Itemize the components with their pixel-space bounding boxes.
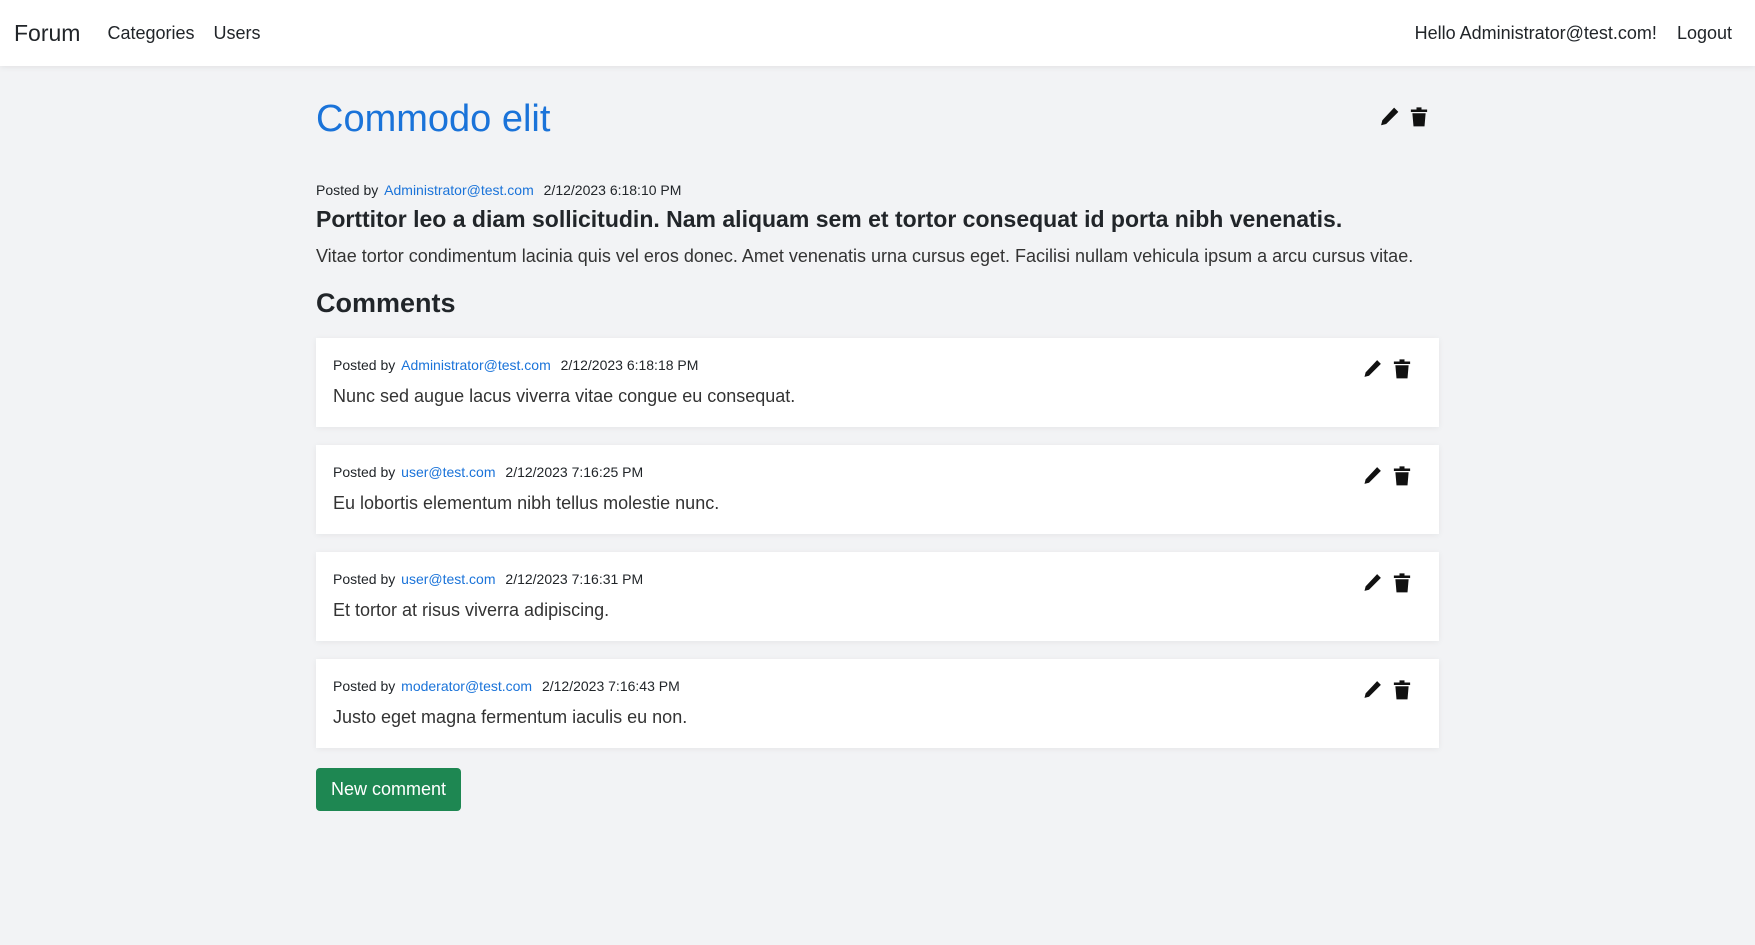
post-header: Commodo elit [316,66,1439,176]
trash-icon[interactable] [1392,679,1412,701]
trash-icon[interactable] [1392,465,1412,487]
posted-by-label: Posted by [333,357,396,373]
pencil-icon[interactable] [1362,358,1382,380]
posted-by-label: Posted by [333,464,396,480]
posted-by-label: Posted by [333,571,396,587]
post-author-link[interactable]: Administrator@test.com [384,182,534,198]
pencil-icon[interactable] [1362,572,1382,594]
nav-left: Forum Categories Users [14,20,280,47]
post-subtitle: Porttitor leo a diam sollicitudin. Nam a… [316,206,1343,232]
trash-icon[interactable] [1392,358,1412,380]
comment-card: Posted by moderator@test.com 2/12/2023 7… [316,659,1439,748]
comment-timestamp: 2/12/2023 7:16:31 PM [505,571,644,587]
comment-card: Posted by Administrator@test.com 2/12/20… [316,338,1439,427]
posted-by-label: Posted by [333,678,396,694]
comment-card: Posted by user@test.com 2/12/2023 7:16:2… [316,445,1439,534]
comment-timestamp: 2/12/2023 6:18:18 PM [560,357,699,373]
post-meta: Posted by Administrator@test.com 2/12/20… [316,182,681,198]
new-comment-button[interactable]: New comment [316,768,462,811]
comment-timestamp: 2/12/2023 7:16:43 PM [541,678,680,694]
comment-text: Justo eget magna fermentum iaculis eu no… [333,707,688,727]
trash-icon[interactable] [1409,106,1429,128]
comment-text: Eu lobortis elementum nibh tellus molest… [333,493,720,513]
main-content: Commodo elit Posted by Administrator@tes… [316,66,1439,811]
comment-meta: Posted by user@test.com 2/12/2023 7:16:2… [333,464,643,480]
pencil-icon[interactable] [1362,465,1382,487]
comment-actions [1362,679,1412,701]
comment-text: Et tortor at risus viverra adipiscing. [333,600,610,620]
comments-list: Posted by Administrator@test.com 2/12/20… [316,338,1439,766]
comment-author-link[interactable]: user@test.com [401,464,495,480]
brand-link[interactable]: Forum [14,20,80,47]
post-title: Commodo elit [316,98,551,140]
comment-author-link[interactable]: Administrator@test.com [401,357,551,373]
user-greeting: Hello Administrator@test.com! [1414,22,1657,43]
nav-link-categories[interactable]: Categories [107,23,194,44]
comment-author-link[interactable]: user@test.com [401,571,495,587]
nav-right: Hello Administrator@test.com! Logout [1415,23,1741,44]
comment-card: Posted by user@test.com 2/12/2023 7:16:3… [316,552,1439,641]
post-timestamp: 2/12/2023 6:18:10 PM [543,182,682,198]
comment-timestamp: 2/12/2023 7:16:25 PM [505,464,644,480]
pencil-icon[interactable] [1362,679,1382,701]
comment-actions [1362,572,1412,594]
comment-meta: Posted by Administrator@test.com 2/12/20… [333,357,698,373]
comment-text: Nunc sed augue lacus viverra vitae congu… [333,386,796,406]
comment-meta: Posted by moderator@test.com 2/12/2023 7… [333,678,680,694]
post-body: Vitae tortor condimentum lacinia quis ve… [316,246,1414,266]
nav-link-users[interactable]: Users [214,23,261,44]
comment-meta: Posted by user@test.com 2/12/2023 7:16:3… [333,571,643,587]
comment-actions [1362,465,1412,487]
comment-author-link[interactable]: moderator@test.com [401,678,532,694]
posted-by-label: Posted by [316,182,379,198]
post-actions [1379,106,1429,128]
trash-icon[interactable] [1392,572,1412,594]
comment-actions [1362,358,1412,380]
comments-heading: Comments [316,288,456,318]
logout-link[interactable]: Logout [1677,23,1732,44]
navbar: Forum Categories Users Hello Administrat… [0,0,1755,66]
pencil-icon[interactable] [1379,106,1399,128]
